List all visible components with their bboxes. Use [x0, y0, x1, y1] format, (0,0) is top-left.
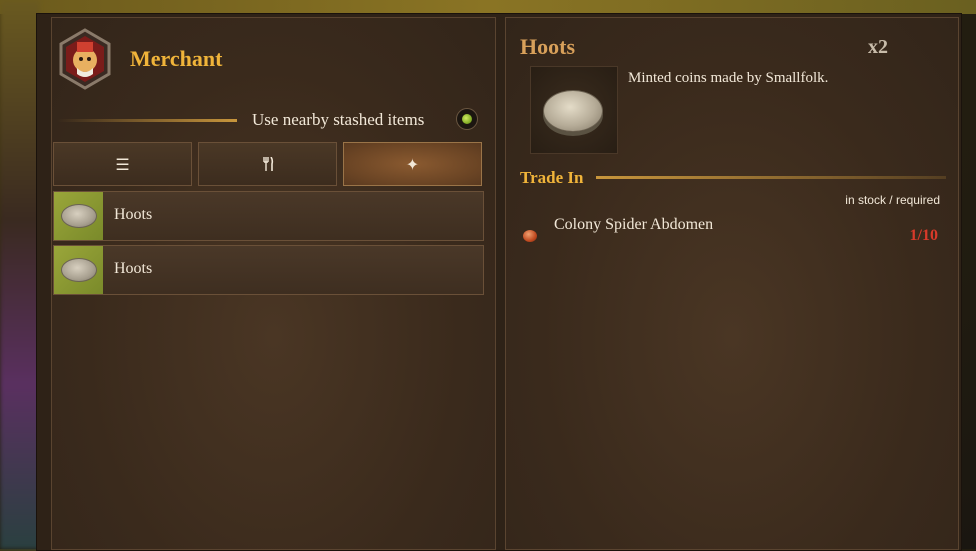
item-thumbnail — [54, 246, 103, 294]
item-description: Minted coins made by Smallfolk. — [628, 70, 829, 86]
item-quantity: x2 — [868, 36, 888, 58]
item-thumbnail — [54, 192, 103, 240]
item-image — [530, 66, 618, 154]
requirement-count: 1/10 — [909, 227, 938, 244]
background-top — [0, 0, 976, 14]
coin-icon — [61, 258, 97, 282]
divider — [57, 119, 237, 122]
list-icon: ☰ — [115, 154, 130, 174]
list-item[interactable]: Hoots — [53, 191, 484, 241]
requirement-name: Colony Spider Abdomen — [554, 216, 714, 233]
stock-header: in stock / required — [845, 193, 940, 207]
tab-food[interactable] — [198, 142, 337, 186]
tab-special[interactable]: ✦ — [343, 142, 482, 186]
merchant-portrait-icon — [59, 28, 111, 90]
merchant-window: Merchant Use nearby stashed items ☰ ✦ Ho… — [36, 13, 962, 551]
sparkle-icon: ✦ — [405, 154, 420, 174]
coin-icon — [61, 204, 97, 228]
fork-knife-icon — [262, 157, 273, 171]
stash-label: Use nearby stashed items — [252, 110, 425, 129]
merchant-title: Merchant — [130, 46, 223, 71]
merchant-list-panel: Merchant Use nearby stashed items ☰ ✦ Ho… — [51, 17, 496, 550]
list-item-label: Hoots — [114, 260, 153, 277]
list-item[interactable]: Hoots — [53, 245, 484, 295]
list-item-label: Hoots — [114, 206, 153, 223]
trade-in-heading: Trade In — [520, 168, 584, 187]
tab-all[interactable]: ☰ — [53, 142, 192, 186]
spider-abdomen-icon — [523, 230, 537, 242]
item-detail-panel: Hoots x2 Minted coins made by Smallfolk.… — [505, 17, 959, 550]
category-tabs: ☰ ✦ — [53, 142, 484, 188]
background-left — [0, 0, 40, 549]
item-list: Hoots Hoots — [53, 191, 484, 299]
divider — [596, 176, 946, 179]
stash-row: Use nearby stashed items — [52, 106, 495, 136]
stash-toggle[interactable] — [456, 108, 478, 130]
coin-icon — [543, 90, 603, 132]
item-title: Hoots — [520, 34, 575, 59]
